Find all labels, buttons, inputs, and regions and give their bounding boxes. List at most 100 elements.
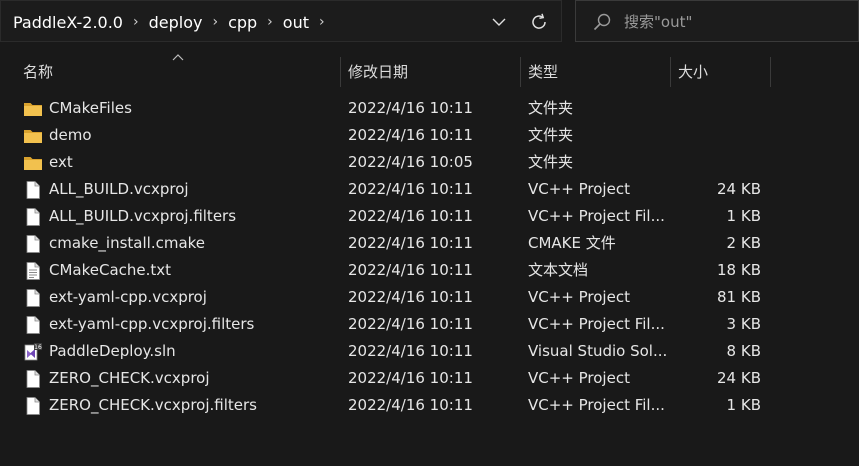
file-row[interactable]: 16 PaddleDeploy.sln 2022/4/16 10:11 Visual … [0, 338, 800, 365]
file-modified-date: 2022/4/16 10:11 [348, 234, 473, 252]
file-name: ZERO_CHECK.vcxproj [49, 369, 210, 387]
column-divider[interactable] [340, 57, 341, 87]
breadcrumb-item-deploy[interactable]: deploy [147, 13, 205, 32]
file-size [670, 149, 761, 176]
file-modified-date: 2022/4/16 10:11 [348, 99, 473, 117]
file-modified-date: 2022/4/16 10:11 [348, 369, 473, 387]
file-modified-date: 2022/4/16 10:11 [348, 126, 473, 144]
file-icon [23, 315, 43, 335]
file-row[interactable]: ZERO_CHECK.vcxproj 2022/4/16 10:11 VC++ Pr… [0, 365, 800, 392]
file-type: 文件夹 [528, 153, 574, 171]
column-header-name[interactable]: 名称 [23, 55, 53, 89]
file-row[interactable]: ZERO_CHECK.vcxproj.filters 2022/4/16 10:1… [0, 392, 800, 419]
file-name: ext-yaml-cpp.vcxproj [49, 288, 207, 306]
file-type: CMAKE 文件 [528, 234, 616, 252]
file-name: CMakeCache.txt [49, 261, 172, 279]
folder-icon [23, 153, 43, 173]
breadcrumb-separator-icon[interactable]: › [133, 14, 139, 30]
address-bar[interactable]: PaddleX-2.0.0 › deploy › cpp › out › [0, 0, 562, 42]
address-history-dropdown[interactable] [486, 9, 512, 35]
file-icon [23, 207, 43, 227]
file-name: ext-yaml-cpp.vcxproj.filters [49, 315, 255, 333]
text-file-icon [23, 261, 43, 281]
file-row[interactable]: ext-yaml-cpp.vcxproj 2022/4/16 10:11 VC++ … [0, 284, 800, 311]
file-type: 文件夹 [528, 99, 574, 117]
file-icon [23, 234, 43, 254]
file-size [670, 95, 761, 122]
file-row[interactable]: CMakeFiles 2022/4/16 10:11 文件夹 [0, 95, 800, 122]
file-size: 24 KB [717, 180, 761, 198]
file-modified-date: 2022/4/16 10:11 [348, 180, 473, 198]
file-size: 3 KB [726, 315, 761, 333]
svg-text:16: 16 [34, 344, 42, 351]
file-name: ALL_BUILD.vcxproj.filters [49, 207, 237, 225]
file-type: 文本文档 [528, 261, 589, 279]
file-row[interactable]: ALL_BUILD.vcxproj 2022/4/16 10:11 VC++ Pro… [0, 176, 800, 203]
folder-icon [23, 99, 43, 119]
breadcrumb-separator-icon[interactable]: › [267, 14, 273, 30]
file-icon [23, 180, 43, 200]
search-input[interactable]: 搜索"out" [624, 1, 692, 43]
file-type: Visual Studio Sol... [528, 342, 668, 360]
column-divider[interactable] [770, 57, 771, 87]
file-type: VC++ Project [528, 180, 630, 198]
breadcrumb-item-out[interactable]: out [281, 13, 311, 32]
file-size: 1 KB [726, 396, 761, 414]
chevron-down-icon [492, 18, 506, 26]
column-header-type[interactable]: 类型 [528, 55, 558, 89]
file-name: demo [49, 126, 92, 144]
file-name: CMakeFiles [49, 99, 132, 117]
navigation-bar: PaddleX-2.0.0 › deploy › cpp › out › 搜索"… [0, 0, 859, 45]
file-modified-date: 2022/4/16 10:11 [348, 342, 473, 360]
search-box[interactable]: 搜索"out" [575, 0, 859, 42]
breadcrumb: PaddleX-2.0.0 › deploy › cpp › out › [11, 1, 333, 43]
file-type: VC++ Project [528, 369, 630, 387]
file-row[interactable]: CMakeCache.txt 2022/4/16 10:11 文本文档 18 KB [0, 257, 800, 284]
file-icon [23, 396, 43, 416]
folder-icon [23, 126, 43, 146]
file-size: 8 KB [726, 342, 761, 360]
breadcrumb-separator-icon[interactable]: › [212, 14, 218, 30]
refresh-button[interactable] [525, 9, 553, 35]
file-name: ALL_BUILD.vcxproj [49, 180, 189, 198]
column-header-size[interactable]: 大小 [678, 55, 708, 89]
file-size [670, 122, 761, 149]
file-modified-date: 2022/4/16 10:05 [348, 153, 473, 171]
column-divider[interactable] [520, 57, 521, 87]
search-icon [593, 13, 611, 31]
file-modified-date: 2022/4/16 10:11 [348, 261, 473, 279]
breadcrumb-item-paddlex[interactable]: PaddleX-2.0.0 [11, 13, 125, 32]
file-name: PaddleDeploy.sln [49, 342, 176, 360]
column-divider[interactable] [670, 57, 671, 87]
file-name: ext [49, 153, 73, 171]
column-header-row: 名称 修改日期 类型 大小 [0, 54, 859, 89]
file-modified-date: 2022/4/16 10:11 [348, 207, 473, 225]
file-row[interactable]: ext-yaml-cpp.vcxproj.filters 2022/4/16 10… [0, 311, 800, 338]
file-row[interactable]: ext 2022/4/16 10:05 文件夹 [0, 149, 800, 176]
visual-studio-solution-icon: 16 [23, 342, 43, 362]
file-type: 文件夹 [528, 126, 574, 144]
file-row[interactable]: ALL_BUILD.vcxproj.filters 2022/4/16 10:11… [0, 203, 800, 230]
file-type: VC++ Project Fil... [528, 207, 665, 225]
column-header-modified[interactable]: 修改日期 [348, 55, 408, 89]
file-type: VC++ Project [528, 288, 630, 306]
file-size: 18 KB [717, 261, 761, 279]
file-type: VC++ Project Fil... [528, 315, 665, 333]
file-size: 24 KB [717, 369, 761, 387]
file-size: 81 KB [717, 288, 761, 306]
file-modified-date: 2022/4/16 10:11 [348, 315, 473, 333]
file-size: 1 KB [726, 207, 761, 225]
file-row[interactable]: cmake_install.cmake 2022/4/16 10:11 CMAKE … [0, 230, 800, 257]
file-name: ZERO_CHECK.vcxproj.filters [49, 396, 257, 414]
file-row[interactable]: demo 2022/4/16 10:11 文件夹 [0, 122, 800, 149]
file-type: VC++ Project Fil... [528, 396, 665, 414]
file-modified-date: 2022/4/16 10:11 [348, 396, 473, 414]
file-modified-date: 2022/4/16 10:11 [348, 288, 473, 306]
file-name: cmake_install.cmake [49, 234, 206, 252]
breadcrumb-item-cpp[interactable]: cpp [226, 13, 259, 32]
file-icon [23, 369, 43, 389]
breadcrumb-separator-icon[interactable]: › [319, 14, 325, 30]
file-icon [23, 288, 43, 308]
refresh-icon [532, 13, 546, 29]
file-size: 2 KB [726, 234, 761, 252]
